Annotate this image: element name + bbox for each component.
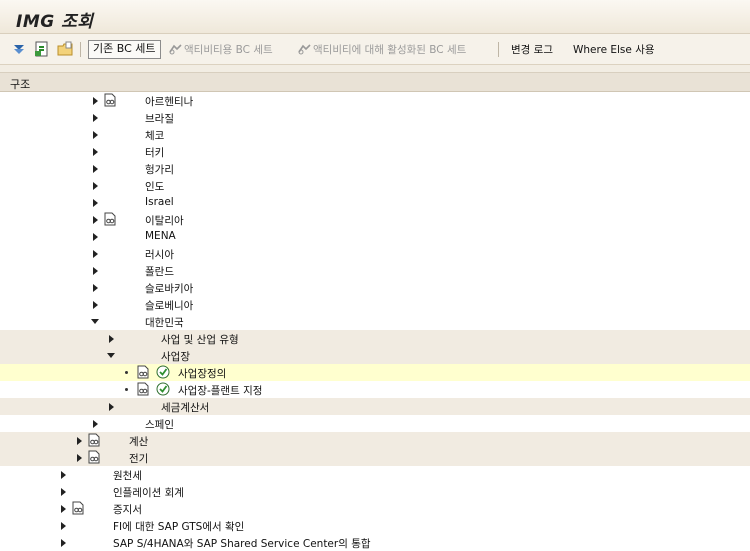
tree-node[interactable]: 인플레이션 회계 — [0, 483, 750, 500]
tree-node-label: 사업장정의 — [178, 368, 227, 380]
folder-icon[interactable] — [57, 41, 73, 57]
existing-bc-set-button[interactable]: 기존 BC 세트 — [88, 40, 161, 59]
tree-node-label: 폴란드 — [145, 266, 174, 278]
tree-node[interactable]: 전기 — [0, 449, 750, 467]
tree-node[interactable]: 헝가리 — [0, 160, 750, 177]
tree-node-label: MENA — [145, 230, 176, 242]
documentation-icon — [88, 450, 100, 464]
tree-node-label: 사업장-플랜트 지정 — [178, 385, 263, 397]
tree-node[interactable]: 인도 — [0, 177, 750, 194]
tree-node[interactable]: 터키 — [0, 143, 750, 160]
documentation-icon — [104, 212, 116, 226]
tree-node-label: 슬로베니아 — [145, 300, 194, 312]
toolbar-separator — [498, 42, 499, 57]
tree-node[interactable]: 폴란드 — [0, 262, 750, 279]
tree-node[interactable]: 러시아 — [0, 245, 750, 262]
tree-node[interactable]: 세금계산서 — [0, 398, 750, 416]
tree-node-label: 증지서 — [113, 504, 142, 516]
tree-node[interactable]: MENA — [0, 228, 750, 245]
structure-label: 구조 — [10, 78, 31, 91]
execute-activity-icon[interactable] — [156, 365, 170, 379]
tree-node[interactable]: 계산 — [0, 432, 750, 449]
documentation-icon — [137, 365, 149, 379]
tree-node[interactable]: 스페인 — [0, 415, 750, 433]
documentation-icon — [104, 93, 116, 107]
tree-activity-selected[interactable]: 사업장정의 — [0, 364, 750, 381]
tree-node-expanded[interactable]: 대한민국 — [0, 313, 750, 331]
change-log-button[interactable]: 변경 로그 — [511, 40, 553, 58]
tree-node-label: 세금계산서 — [161, 402, 210, 414]
tree-node-label: 원천세 — [113, 470, 142, 482]
tree-node-label: 인플레이션 회계 — [113, 487, 184, 499]
execute-activity-icon[interactable] — [156, 382, 170, 396]
tree-node[interactable]: SAP S/4HANA와 SAP Shared Service Center의 … — [0, 534, 750, 551]
tree-node-label: 체코 — [145, 130, 165, 142]
documentation-icon — [137, 382, 149, 396]
tree-node-label: SAP S/4HANA와 SAP Shared Service Center의 … — [113, 538, 371, 550]
expand-all-icon[interactable] — [12, 42, 26, 56]
title-bar: IMG 조회 — [0, 0, 750, 34]
toolbar-separator — [80, 42, 81, 57]
tree-node-expanded[interactable]: 사업장 — [0, 347, 750, 365]
tree-node[interactable]: 슬로바키아 — [0, 279, 750, 296]
tree-node-label: 전기 — [129, 453, 149, 465]
activated-bc-set-label: 액티비티에 대해 활성화된 BC 세트 — [313, 43, 467, 56]
tree-node-label: FI에 대한 SAP GTS에서 확인 — [113, 521, 245, 533]
tree-node-label: 브라질 — [145, 113, 174, 125]
tree-node[interactable]: 슬로베니아 — [0, 296, 750, 313]
tree-node[interactable]: 아르헨티나 — [0, 92, 750, 109]
activated-bc-set-button[interactable]: 액티비티에 대해 활성화된 BC 세트 — [297, 40, 466, 58]
tree-node-label: 이탈리아 — [145, 215, 184, 227]
tree-node[interactable]: 이탈리아 — [0, 211, 750, 228]
tree-node[interactable]: 체코 — [0, 126, 750, 143]
tree-node-label: 러시아 — [145, 249, 174, 261]
page-title: IMG 조회 — [16, 12, 94, 32]
structure-header: 구조 — [0, 72, 750, 92]
tree-node[interactable]: 사업 및 산업 유형 — [0, 330, 750, 347]
toolbar: 기존 BC 세트 액티비티용 BC 세트 액티비티에 대해 활성화된 BC 세트… — [0, 34, 750, 65]
tree-node-label: 사업장 — [161, 351, 190, 363]
img-tree: 아르헨티나 브라질 체코 터키 헝가리 인도 Israel 이탈리아 MENA … — [0, 91, 750, 551]
tree-node-label: 인도 — [145, 181, 165, 193]
bc-set-icon — [298, 44, 311, 55]
tree-node-label: 아르헨티나 — [145, 96, 194, 108]
tree-node-label: 스페인 — [145, 419, 174, 431]
tree-node[interactable]: 브라질 — [0, 109, 750, 126]
documentation-icon — [72, 501, 84, 515]
tree-activity[interactable]: 사업장-플랜트 지정 — [0, 381, 750, 399]
tree-node-label: 터키 — [145, 147, 165, 159]
bc-set-icon — [169, 44, 182, 55]
where-used-button[interactable]: Where Else 사용 — [573, 40, 655, 58]
tree-node-label: Israel — [145, 196, 174, 208]
tree-node-label: 계산 — [129, 436, 149, 448]
tree-node[interactable]: 증지서 — [0, 500, 750, 517]
activity-bc-set-button[interactable]: 액티비티용 BC 세트 — [168, 40, 273, 58]
tree-node[interactable]: Israel — [0, 194, 750, 211]
tree-node-label: 헝가리 — [145, 164, 174, 176]
tree-node-label: 슬로바키아 — [145, 283, 194, 295]
tree-node-label: 대한민국 — [145, 317, 184, 329]
activity-bc-set-label: 액티비티용 BC 세트 — [184, 43, 273, 56]
tree-node[interactable]: FI에 대한 SAP GTS에서 확인 — [0, 517, 750, 534]
tree-node-label: 사업 및 산업 유형 — [161, 334, 239, 346]
import-icon[interactable] — [34, 41, 49, 57]
documentation-icon — [88, 433, 100, 447]
tree-node[interactable]: 원천세 — [0, 466, 750, 483]
